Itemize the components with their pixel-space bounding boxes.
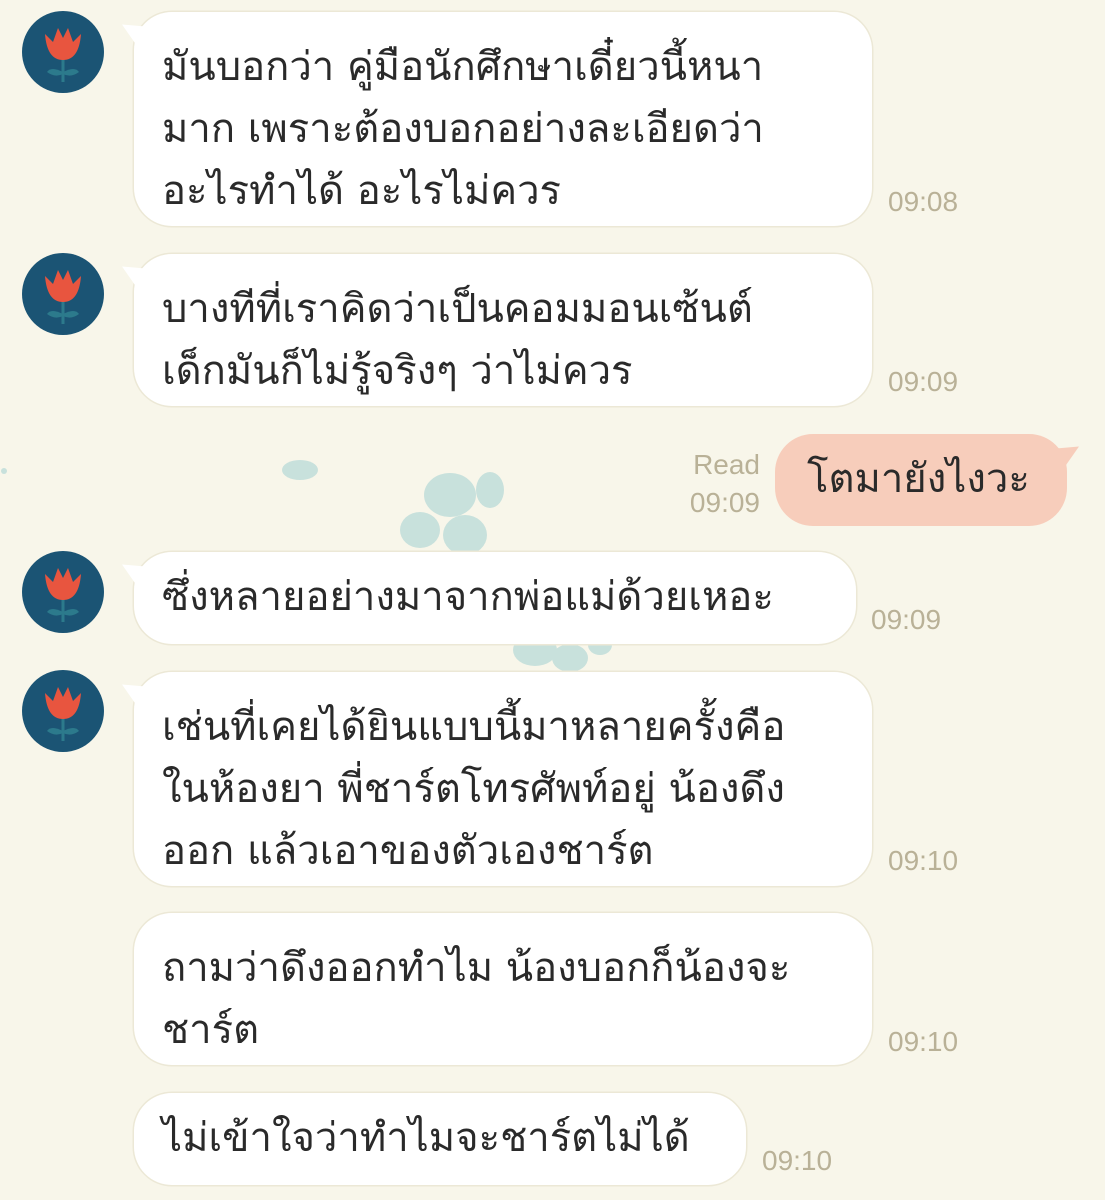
message-bubble-outgoing[interactable]: โตมายังไงวะ (775, 434, 1067, 526)
message-timestamp: 09:10 (762, 1145, 833, 1176)
message-bubble-incoming[interactable]: เช่นที่เคยได้ยินแบบนี้มาหลายครั้งคือ ในห… (134, 672, 872, 886)
sender-avatar[interactable] (22, 551, 104, 633)
message-bubble-incoming[interactable]: มันบอกว่า คู่มือนักศึกษาเดี๋ยวนี้หนา มาก… (134, 12, 872, 226)
read-receipt: Read 09:09 (672, 446, 760, 522)
tulip-flower-icon (45, 568, 81, 622)
message-bubble-incoming[interactable]: ซึ่งหลายอย่างมาจากพ่อแม่ด้วยเหอะ (134, 552, 856, 644)
sender-avatar[interactable] (22, 670, 104, 752)
message-timestamp: 09:10 (888, 845, 959, 876)
message-bubble-incoming[interactable]: บางทีที่เราคิดว่าเป็นคอมมอนเซ้นต์ เด็กมั… (134, 254, 872, 406)
tulip-flower-icon (45, 270, 81, 324)
paw-dot-decoration (1, 468, 7, 474)
read-status: Read (693, 449, 760, 480)
message-bubble-incoming[interactable]: ไม่เข้าใจว่าทำไมจะชาร์ตไม่ได้ (134, 1093, 746, 1185)
tulip-flower-icon (45, 687, 81, 741)
message-timestamp: 09:10 (888, 1026, 959, 1057)
message-timestamp: 09:09 (871, 604, 942, 635)
tulip-flower-icon (45, 28, 81, 82)
message-bubble-incoming[interactable]: ถามว่าดึงออกทำไม น้องบอกก็น้องจะ ชาร์ต (134, 913, 872, 1065)
sender-avatar[interactable] (22, 253, 104, 335)
sender-avatar[interactable] (22, 11, 104, 93)
message-timestamp: 09:09 (888, 366, 959, 397)
message-timestamp: 09:08 (888, 186, 959, 217)
message-timestamp: 09:09 (689, 487, 760, 518)
chat-background: มันบอกว่า คู่มือนักศึกษาเดี๋ยวนี้หนา มาก… (0, 0, 1105, 1200)
